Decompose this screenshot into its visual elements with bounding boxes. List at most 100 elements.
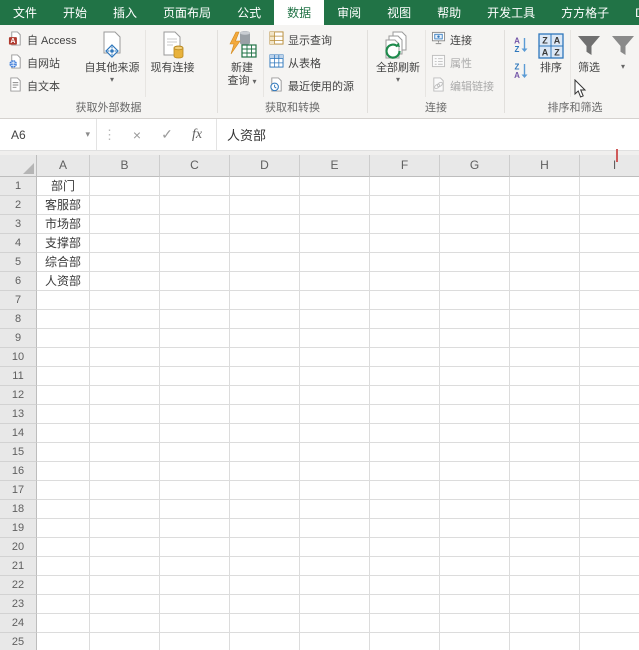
cell-G20[interactable] <box>440 538 510 557</box>
cell-F25[interactable] <box>370 633 440 650</box>
row-header-1[interactable]: 1 <box>0 177 37 196</box>
cell-E6[interactable] <box>300 272 370 291</box>
cell-A22[interactable] <box>37 576 90 595</box>
cell-G21[interactable] <box>440 557 510 576</box>
column-header-G[interactable]: G <box>440 155 510 177</box>
cell-E16[interactable] <box>300 462 370 481</box>
cell-F16[interactable] <box>370 462 440 481</box>
cell-C20[interactable] <box>160 538 230 557</box>
from-access-button[interactable]: A 自 Access <box>4 28 81 51</box>
tab-fangfanggezi[interactable]: 方方格子 <box>548 0 622 25</box>
cell-D1[interactable] <box>230 177 300 196</box>
cell-G13[interactable] <box>440 405 510 424</box>
cell-H6[interactable] <box>510 272 580 291</box>
cell-G8[interactable] <box>440 310 510 329</box>
cell-D19[interactable] <box>230 519 300 538</box>
refresh-all-button[interactable]: 全部刷新 ▾ <box>372 27 424 100</box>
tab-page-layout[interactable]: 页面布局 <box>150 0 224 25</box>
row-header-6[interactable]: 6 <box>0 272 37 291</box>
cell-G7[interactable] <box>440 291 510 310</box>
cancel-icon[interactable]: × <box>122 127 152 143</box>
cell-A3[interactable]: 市场部 <box>37 215 90 234</box>
cell-F20[interactable] <box>370 538 440 557</box>
cell-I13[interactable] <box>580 405 639 424</box>
cell-E2[interactable] <box>300 196 370 215</box>
cell-B19[interactable] <box>90 519 160 538</box>
from-text-button[interactable]: 自文本 <box>4 74 81 97</box>
row-header-24[interactable]: 24 <box>0 614 37 633</box>
cell-G2[interactable] <box>440 196 510 215</box>
cell-F15[interactable] <box>370 443 440 462</box>
cell-F14[interactable] <box>370 424 440 443</box>
cell-G3[interactable] <box>440 215 510 234</box>
from-web-button[interactable]: 自网站 <box>4 51 81 74</box>
cell-A20[interactable] <box>37 538 90 557</box>
cell-H9[interactable] <box>510 329 580 348</box>
cell-C16[interactable] <box>160 462 230 481</box>
cell-C12[interactable] <box>160 386 230 405</box>
sort-descending-button[interactable]: ZA <box>509 57 533 83</box>
cell-A25[interactable] <box>37 633 90 650</box>
cell-C17[interactable] <box>160 481 230 500</box>
cell-I20[interactable] <box>580 538 639 557</box>
cell-C8[interactable] <box>160 310 230 329</box>
row-header-25[interactable]: 25 <box>0 633 37 650</box>
cell-E7[interactable] <box>300 291 370 310</box>
cell-G17[interactable] <box>440 481 510 500</box>
cell-E15[interactable] <box>300 443 370 462</box>
row-header-17[interactable]: 17 <box>0 481 37 500</box>
cell-A23[interactable] <box>37 595 90 614</box>
cell-B2[interactable] <box>90 196 160 215</box>
select-all-button[interactable] <box>0 155 37 177</box>
cell-G23[interactable] <box>440 595 510 614</box>
cell-B20[interactable] <box>90 538 160 557</box>
cell-F4[interactable] <box>370 234 440 253</box>
cell-F6[interactable] <box>370 272 440 291</box>
cell-A16[interactable] <box>37 462 90 481</box>
cell-H15[interactable] <box>510 443 580 462</box>
column-header-H[interactable]: H <box>510 155 580 177</box>
cell-A15[interactable] <box>37 443 90 462</box>
row-header-8[interactable]: 8 <box>0 310 37 329</box>
cell-A17[interactable] <box>37 481 90 500</box>
cell-B9[interactable] <box>90 329 160 348</box>
cell-F11[interactable] <box>370 367 440 386</box>
row-header-18[interactable]: 18 <box>0 500 37 519</box>
cell-I25[interactable] <box>580 633 639 650</box>
column-header-E[interactable]: E <box>300 155 370 177</box>
cell-E18[interactable] <box>300 500 370 519</box>
sort-ascending-button[interactable]: AZ <box>509 31 533 57</box>
cell-B11[interactable] <box>90 367 160 386</box>
cell-G16[interactable] <box>440 462 510 481</box>
row-header-21[interactable]: 21 <box>0 557 37 576</box>
cell-D5[interactable] <box>230 253 300 272</box>
cell-E21[interactable] <box>300 557 370 576</box>
cell-B8[interactable] <box>90 310 160 329</box>
cell-D9[interactable] <box>230 329 300 348</box>
column-header-F[interactable]: F <box>370 155 440 177</box>
cell-F10[interactable] <box>370 348 440 367</box>
cell-H22[interactable] <box>510 576 580 595</box>
cell-C3[interactable] <box>160 215 230 234</box>
cell-A7[interactable] <box>37 291 90 310</box>
cell-C5[interactable] <box>160 253 230 272</box>
cell-F13[interactable] <box>370 405 440 424</box>
cell-D16[interactable] <box>230 462 300 481</box>
cell-A4[interactable]: 支撑部 <box>37 234 90 253</box>
row-header-22[interactable]: 22 <box>0 576 37 595</box>
column-header-C[interactable]: C <box>160 155 230 177</box>
cell-B18[interactable] <box>90 500 160 519</box>
cell-H18[interactable] <box>510 500 580 519</box>
cell-I18[interactable] <box>580 500 639 519</box>
cell-C9[interactable] <box>160 329 230 348</box>
cell-A19[interactable] <box>37 519 90 538</box>
row-header-14[interactable]: 14 <box>0 424 37 443</box>
row-header-19[interactable]: 19 <box>0 519 37 538</box>
cell-E24[interactable] <box>300 614 370 633</box>
cell-D25[interactable] <box>230 633 300 650</box>
cell-D18[interactable] <box>230 500 300 519</box>
cell-D7[interactable] <box>230 291 300 310</box>
cell-D8[interactable] <box>230 310 300 329</box>
cell-H3[interactable] <box>510 215 580 234</box>
cell-E11[interactable] <box>300 367 370 386</box>
